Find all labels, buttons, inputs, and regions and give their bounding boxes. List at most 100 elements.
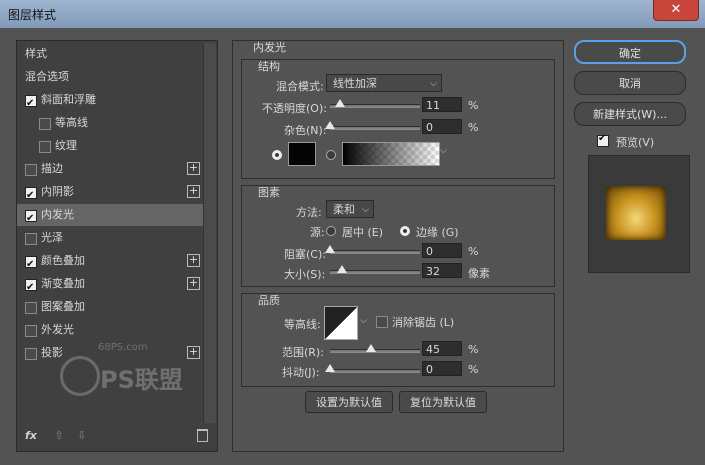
style-item-checkbox[interactable] <box>25 325 37 337</box>
style-item[interactable]: 斜面和浮雕 <box>17 89 203 115</box>
preview-checkbox[interactable] <box>597 133 609 147</box>
add-icon[interactable]: + <box>187 346 200 359</box>
size-slider-thumb[interactable] <box>336 265 347 273</box>
solid-color-radio[interactable] <box>272 150 282 160</box>
scrollbar[interactable] <box>203 43 216 423</box>
panel-title: 内发光 <box>253 41 286 54</box>
gradient-radio[interactable] <box>326 150 336 160</box>
style-item-checkbox[interactable] <box>25 254 37 276</box>
noise-slider[interactable] <box>325 121 420 130</box>
make-default-button[interactable]: 设置为默认值 <box>305 391 393 413</box>
new-style-button[interactable]: 新建样式(W)... <box>574 102 686 126</box>
jitter-label: 抖动(J): <box>282 366 320 379</box>
range-input[interactable]: 45 <box>422 341 462 356</box>
jitter-slider-thumb[interactable] <box>325 364 335 372</box>
style-item-label: 纹理 <box>55 139 77 152</box>
style-item-label: 外发光 <box>41 323 74 336</box>
style-item-checkbox[interactable] <box>25 185 37 207</box>
style-item[interactable]: 光泽 <box>17 227 203 249</box>
style-item-checkbox[interactable] <box>25 93 37 115</box>
style-item-checkbox[interactable] <box>25 277 37 299</box>
style-item[interactable]: 内发光 <box>17 204 203 230</box>
style-item-checkbox[interactable] <box>25 208 37 230</box>
move-up-icon[interactable]: ⇧ <box>54 429 63 442</box>
style-item[interactable]: 描边 + <box>17 158 203 180</box>
style-item-checkbox[interactable] <box>25 233 37 245</box>
style-preview <box>588 155 690 273</box>
source-edge-radio[interactable] <box>400 226 410 236</box>
style-item[interactable]: 颜色叠加 + <box>17 250 203 276</box>
elements-group: 图素 方法: 柔和 ⌵ 源: 居中 (E) 边缘 (G) 阻塞(C): 0 % … <box>241 185 555 287</box>
range-slider-thumb[interactable] <box>365 344 376 352</box>
method-select[interactable]: 柔和 ⌵ <box>326 200 374 218</box>
choke-percent: % <box>468 245 479 258</box>
antialias-checkbox[interactable] <box>376 316 388 328</box>
chevron-down-icon: ⌵ <box>362 205 369 215</box>
style-item-checkbox[interactable] <box>25 302 37 314</box>
inner-glow-panel: 内发光 结构 混合模式: 线性加深 ⌵ 不透明度(O): 11 % 杂色(N):… <box>232 40 564 452</box>
watermark-logo-text: PS联盟 <box>100 366 183 394</box>
range-percent: % <box>468 343 479 356</box>
size-label: 大小(S): <box>284 268 326 281</box>
watermark-site: 68PS.com <box>98 342 148 353</box>
antialias-label: 消除锯齿 (L) <box>392 316 455 329</box>
gradient-chevron-icon[interactable]: ⌵ <box>440 146 447 156</box>
add-icon[interactable]: + <box>187 185 200 198</box>
cancel-button[interactable]: 取消 <box>574 71 686 95</box>
jitter-input[interactable]: 0 <box>422 361 462 376</box>
opacity-slider-thumb[interactable] <box>334 99 345 107</box>
move-down-icon[interactable]: ⇩ <box>77 429 86 442</box>
noise-input[interactable]: 0 <box>422 119 462 134</box>
glow-color-swatch[interactable] <box>288 142 316 166</box>
ok-button[interactable]: 确定 <box>574 40 686 64</box>
opacity-slider[interactable] <box>330 99 420 108</box>
close-button[interactable]: ✕ <box>653 0 699 21</box>
jitter-percent: % <box>468 363 479 376</box>
range-slider[interactable] <box>330 344 420 353</box>
elements-title: 图素 <box>258 186 280 199</box>
structure-title: 结构 <box>258 60 280 73</box>
style-item[interactable]: 混合选项 <box>17 66 203 88</box>
style-item[interactable]: 样式 <box>17 43 203 65</box>
add-icon[interactable]: + <box>187 254 200 267</box>
style-item[interactable]: 内阴影 + <box>17 181 203 207</box>
style-item-checkbox[interactable] <box>39 141 51 153</box>
size-slider[interactable] <box>330 265 420 274</box>
style-item[interactable]: 外发光 <box>17 319 203 341</box>
quality-group: 品质 等高线: ⌵ 消除锯齿 (L) 范围(R): 45 % 抖动(J): 0 … <box>241 293 555 387</box>
style-item[interactable]: 纹理 <box>17 135 203 157</box>
source-center-radio[interactable] <box>326 226 336 236</box>
blend-mode-select[interactable]: 线性加深 ⌵ <box>326 74 442 92</box>
style-item-checkbox[interactable] <box>39 118 51 130</box>
style-item-label: 渐变叠加 <box>41 277 85 290</box>
style-item-checkbox[interactable] <box>25 164 37 176</box>
choke-slider-thumb[interactable] <box>325 245 335 253</box>
gradient-swatch[interactable] <box>342 142 440 166</box>
size-input[interactable]: 32 <box>422 263 462 278</box>
method-value: 柔和 <box>333 203 355 216</box>
choke-input[interactable]: 0 <box>422 243 462 258</box>
jitter-slider[interactable] <box>325 364 420 373</box>
source-edge-label: 边缘 (G) <box>416 226 459 239</box>
trash-icon[interactable] <box>197 429 208 442</box>
style-item-label: 斜面和浮雕 <box>41 93 96 106</box>
style-item-label: 混合选项 <box>25 70 69 83</box>
style-item[interactable]: 渐变叠加 + <box>17 273 203 299</box>
opacity-input[interactable]: 11 <box>422 97 462 112</box>
contour-chevron-icon[interactable]: ⌵ <box>360 316 367 326</box>
style-item-label: 样式 <box>25 47 47 60</box>
reset-default-button[interactable]: 复位为默认值 <box>399 391 487 413</box>
style-item[interactable]: 图案叠加 <box>17 296 203 318</box>
choke-slider[interactable] <box>325 245 420 254</box>
choke-label: 阻塞(C): <box>284 248 326 261</box>
watermark-logo-icon <box>60 356 100 396</box>
fx-icon[interactable]: fx <box>25 429 37 442</box>
noise-slider-thumb[interactable] <box>325 121 335 129</box>
style-item-checkbox[interactable] <box>25 348 37 360</box>
contour-preview[interactable] <box>324 306 358 340</box>
opacity-percent: % <box>468 99 479 112</box>
add-icon[interactable]: + <box>187 162 200 175</box>
add-icon[interactable]: + <box>187 277 200 290</box>
style-item-label: 光泽 <box>41 231 63 244</box>
style-item[interactable]: 等高线 <box>17 112 203 134</box>
